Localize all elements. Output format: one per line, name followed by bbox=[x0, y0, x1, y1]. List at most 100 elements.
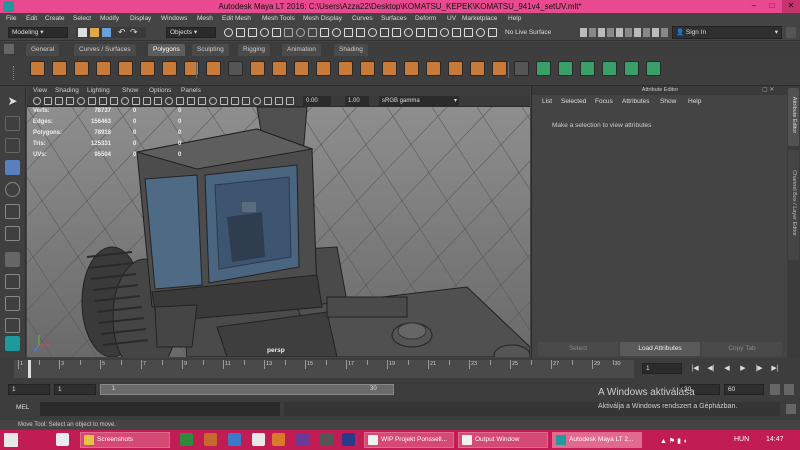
statusline-tool-icon[interactable] bbox=[368, 28, 377, 37]
polygon-tool-icon[interactable] bbox=[272, 61, 287, 76]
chrome-icon[interactable] bbox=[56, 433, 69, 446]
render-tool-icon[interactable] bbox=[589, 28, 596, 37]
statusline-tool-icon[interactable] bbox=[344, 28, 353, 37]
statusline-tool-icon[interactable] bbox=[488, 28, 497, 37]
sign-in-button[interactable]: 👤 Sign In ▾ bbox=[672, 26, 782, 39]
statusline-tool-icon[interactable] bbox=[224, 28, 233, 37]
menu-modify[interactable]: Modify bbox=[100, 13, 119, 24]
viewport-toolbar-icon[interactable] bbox=[231, 97, 239, 105]
lasso-tool-icon[interactable] bbox=[5, 116, 20, 131]
menu-mesh[interactable]: Mesh bbox=[197, 13, 213, 24]
menu-deform[interactable]: Deform bbox=[415, 13, 436, 24]
rotate-tool-icon[interactable] bbox=[5, 182, 20, 197]
tab-shading[interactable]: Shading bbox=[334, 44, 368, 56]
select-tool-icon[interactable]: ➤ bbox=[5, 94, 20, 109]
tab-rigging[interactable]: Rigging bbox=[238, 44, 271, 56]
menu-mesh-display[interactable]: Mesh Display bbox=[303, 13, 342, 24]
polygon-tool-icon[interactable] bbox=[294, 61, 309, 76]
layout-icon[interactable] bbox=[5, 318, 20, 333]
menu-mesh-tools[interactable]: Mesh Tools bbox=[262, 13, 295, 24]
statusline-tool-icon[interactable] bbox=[476, 28, 485, 37]
render-tool-icon[interactable] bbox=[580, 28, 587, 37]
statusline-tool-icon[interactable] bbox=[404, 28, 413, 37]
statusline-tool-icon[interactable] bbox=[248, 28, 257, 37]
attr-menu-selected[interactable]: Selected bbox=[561, 98, 586, 105]
mode-selector[interactable]: Modeling ▾ bbox=[8, 27, 68, 38]
app-icon-5[interactable] bbox=[296, 433, 309, 446]
viewport-toolbar-icon[interactable] bbox=[33, 97, 41, 105]
open-scene-icon[interactable] bbox=[90, 28, 99, 37]
polygon-tool-icon[interactable] bbox=[316, 61, 331, 76]
last-tool-icon[interactable] bbox=[5, 226, 20, 241]
four-view-icon[interactable] bbox=[5, 274, 20, 289]
statusline-tool-icon[interactable] bbox=[440, 28, 449, 37]
viewport-toolbar-icon[interactable] bbox=[66, 97, 74, 105]
render-tool-icon[interactable] bbox=[634, 28, 641, 37]
attr-menu-attributes[interactable]: Attributes bbox=[622, 98, 649, 105]
polygon-tool-icon[interactable] bbox=[536, 61, 551, 76]
polygon-tool-icon[interactable] bbox=[602, 61, 617, 76]
attr-button-load-attributes[interactable]: Load Attributes bbox=[620, 342, 700, 356]
render-tool-icon[interactable] bbox=[652, 28, 659, 37]
polygon-tool-icon[interactable] bbox=[514, 61, 529, 76]
step-back-icon[interactable]: ◀| bbox=[704, 363, 718, 375]
viewport-toolbar-icon[interactable] bbox=[264, 97, 272, 105]
statusline-tool-icon[interactable] bbox=[296, 28, 305, 37]
go-to-end-icon[interactable]: ▶| bbox=[768, 363, 782, 375]
polygon-tool-icon[interactable] bbox=[470, 61, 485, 76]
paint-select-icon[interactable] bbox=[5, 138, 20, 153]
live-surface-field[interactable]: No Live Surface bbox=[505, 27, 575, 38]
go-to-start-icon[interactable]: |◀ bbox=[688, 363, 702, 375]
viewport-menu-shading[interactable]: Shading bbox=[55, 86, 79, 95]
attr-button-copy-tab[interactable]: Copy Tab bbox=[702, 342, 782, 356]
viewport-toolbar-icon[interactable] bbox=[99, 97, 107, 105]
start-time-field[interactable]: 1 bbox=[8, 384, 50, 395]
polygon-tool-icon[interactable] bbox=[96, 61, 111, 76]
current-frame-field[interactable]: 1 bbox=[642, 363, 682, 374]
app-icon-2[interactable] bbox=[228, 433, 241, 446]
exposure-field[interactable]: 0.00 bbox=[303, 96, 331, 106]
menu-create[interactable]: Create bbox=[45, 13, 65, 24]
tab-general[interactable]: General bbox=[26, 44, 60, 56]
menu-select[interactable]: Select bbox=[73, 13, 91, 24]
polygon-tool-icon[interactable] bbox=[646, 61, 661, 76]
task-output-window[interactable]: Output Window bbox=[458, 432, 548, 448]
app-icon-1[interactable] bbox=[204, 433, 217, 446]
menu-help[interactable]: Help bbox=[508, 13, 521, 24]
menu-display[interactable]: Display bbox=[130, 13, 151, 24]
viewport-toolbar-icon[interactable] bbox=[176, 97, 184, 105]
menu-uv[interactable]: UV bbox=[447, 13, 456, 24]
viewport-toolbar-icon[interactable] bbox=[286, 97, 294, 105]
viewport-toolbar-icon[interactable] bbox=[220, 97, 228, 105]
viewport-toolbar-icon[interactable] bbox=[110, 97, 118, 105]
viewport-toolbar-icon[interactable] bbox=[44, 97, 52, 105]
statusline-tool-icon[interactable] bbox=[320, 28, 329, 37]
statusline-tool-icon[interactable] bbox=[452, 28, 461, 37]
polygon-tool-icon[interactable] bbox=[448, 61, 463, 76]
polygon-tool-icon[interactable] bbox=[382, 61, 397, 76]
polygon-tool-icon[interactable] bbox=[228, 61, 243, 76]
preferences-icon[interactable] bbox=[784, 384, 794, 395]
polygon-tool-icon[interactable] bbox=[624, 61, 639, 76]
auto-key-icon[interactable] bbox=[770, 384, 780, 395]
persp-outliner-icon[interactable] bbox=[5, 296, 20, 311]
attr-menu-show[interactable]: Show bbox=[660, 98, 676, 105]
new-scene-icon[interactable] bbox=[78, 28, 87, 37]
statusline-tool-icon[interactable] bbox=[428, 28, 437, 37]
viewport-menu-options[interactable]: Options bbox=[149, 86, 171, 95]
tab-polygons[interactable]: Polygons bbox=[148, 44, 185, 56]
viewport-toolbar-icon[interactable] bbox=[209, 97, 217, 105]
menu-windows[interactable]: Windows bbox=[161, 13, 187, 24]
viewport-menu-show[interactable]: Show bbox=[122, 86, 138, 95]
statusline-tool-icon[interactable] bbox=[236, 28, 245, 37]
viewport-toolbar-icon[interactable] bbox=[121, 97, 129, 105]
statusline-tool-icon[interactable] bbox=[260, 28, 269, 37]
polygon-tool-icon[interactable] bbox=[74, 61, 89, 76]
menu-edit[interactable]: Edit bbox=[26, 13, 37, 24]
playback-start-field[interactable]: 1 bbox=[54, 384, 96, 395]
statusline-tool-icon[interactable] bbox=[380, 28, 389, 37]
tab-channel-box[interactable]: Channel Box / Layer Editor bbox=[788, 150, 799, 260]
polygon-tool-icon[interactable] bbox=[140, 61, 155, 76]
polygon-tool-icon[interactable] bbox=[580, 61, 595, 76]
viewport-toolbar-icon[interactable] bbox=[187, 97, 195, 105]
